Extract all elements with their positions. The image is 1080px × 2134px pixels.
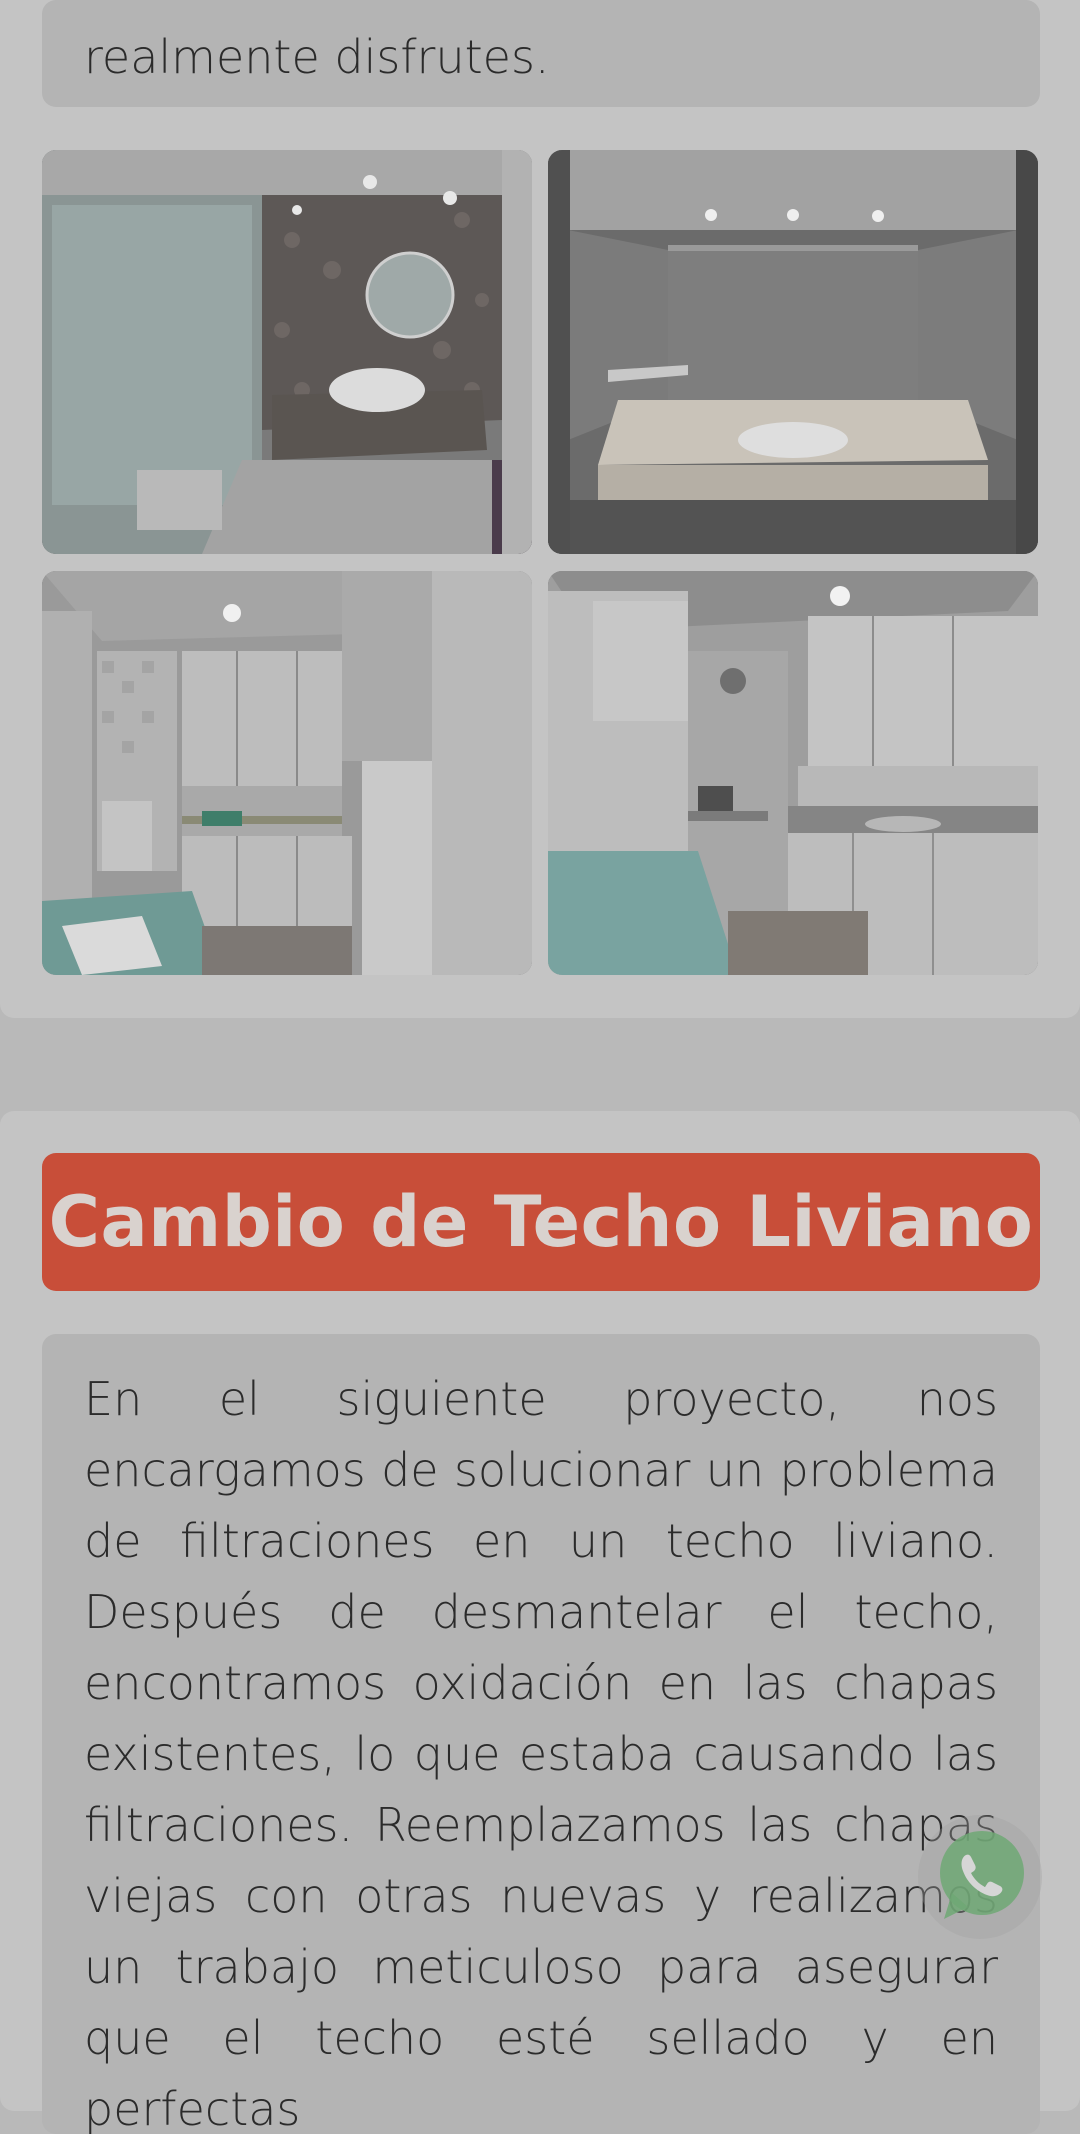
whatsapp-button[interactable] bbox=[918, 1815, 1042, 1939]
intro-text: realmente disfrutes. bbox=[84, 30, 550, 84]
gallery-photo-bathroom-mosaic[interactable] bbox=[42, 150, 532, 554]
project-description: En el siguiente proyecto, nos encargamos… bbox=[84, 1372, 998, 2134]
intro-text-box: realmente disfrutes. bbox=[42, 0, 1040, 107]
gallery-photo-kitchen-fridge[interactable] bbox=[42, 571, 532, 975]
whatsapp-icon bbox=[940, 1831, 1024, 1919]
project-title: Cambio de Techo Liviano bbox=[42, 1153, 1040, 1291]
project-description-box: En el siguiente proyecto, nos encargamos… bbox=[42, 1334, 1040, 2134]
gallery-photo-kitchen-counter[interactable] bbox=[548, 571, 1038, 975]
gallery-photo-bathroom-vanity[interactable] bbox=[548, 150, 1038, 554]
